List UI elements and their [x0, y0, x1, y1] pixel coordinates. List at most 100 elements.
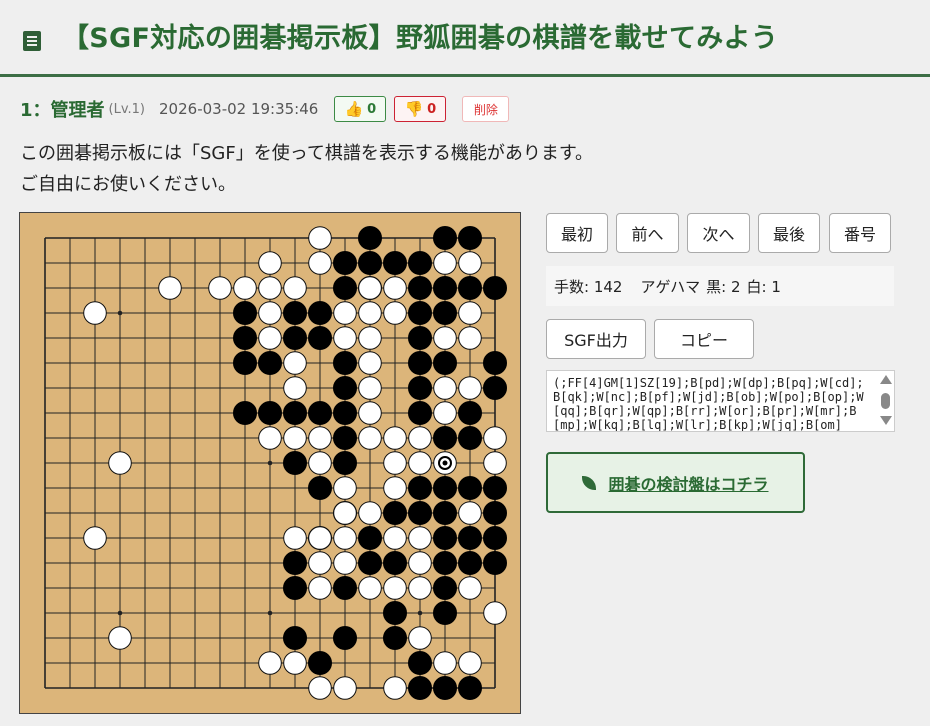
white-stone [258, 426, 282, 450]
last-button[interactable]: 最後 [758, 213, 820, 253]
analysis-board-link[interactable]: 囲碁の検討盤はコチラ [546, 452, 805, 513]
prev-button[interactable]: 前へ [616, 213, 679, 253]
white-stone [383, 426, 407, 450]
white-stone [483, 451, 507, 475]
black-stone [433, 576, 457, 600]
black-stone [433, 351, 457, 375]
white-stone [308, 676, 332, 700]
go-board-canvas[interactable] [20, 213, 520, 713]
white-stone [358, 576, 382, 600]
black-stone [408, 676, 432, 700]
black-stone [408, 476, 432, 500]
captures-label: アゲハマ [640, 277, 701, 296]
black-stone [383, 601, 407, 625]
next-button[interactable]: 次へ [687, 213, 750, 253]
white-stone [483, 426, 507, 450]
textarea-scrollbar[interactable] [876, 371, 894, 431]
white-stone [308, 551, 332, 575]
white-stone [408, 426, 432, 450]
black-stone [458, 676, 482, 700]
black-stone [233, 326, 257, 350]
move-number-button[interactable]: 番号 [829, 213, 891, 253]
white-stone [258, 301, 282, 325]
white-stone [458, 251, 482, 275]
star-point [417, 610, 423, 616]
black-stone [433, 676, 457, 700]
white-stone [333, 326, 357, 350]
post-line: この囲碁掲示板には「SGF」を使って棋譜を表示する機能があります。 [20, 143, 594, 164]
scroll-thumb[interactable] [881, 393, 890, 409]
black-stone [283, 326, 307, 350]
black-stone [333, 276, 357, 300]
delete-button[interactable]: 削除 [462, 96, 510, 122]
white-stone [383, 676, 407, 700]
black-stone [383, 626, 407, 650]
star-point [117, 310, 123, 316]
white-stone [358, 301, 382, 325]
post-author[interactable]: 管理者 [51, 96, 105, 122]
white-stone [233, 276, 257, 300]
black-stone [233, 301, 257, 325]
copy-button[interactable]: コピー [654, 319, 754, 359]
sgf-textarea[interactable]: (;FF[4]GM[1]SZ[19];B[pd];W[dp];B[pq];W[c… [546, 370, 895, 432]
white-stone [458, 501, 482, 525]
white-stone [283, 651, 307, 675]
post-meta: 1： 管理者 (Lv.1) 2026-03-02 19:35:46 👍 0 👎 … [20, 96, 510, 122]
white-stone [333, 476, 357, 500]
black-stone [233, 351, 257, 375]
black-stone [283, 576, 307, 600]
black-stone [483, 501, 507, 525]
white-stone [408, 551, 432, 575]
white-stone [433, 376, 457, 400]
thumbs-down-icon: 👎 [404, 100, 424, 118]
black-stone [458, 426, 482, 450]
black-stone [433, 226, 457, 250]
post-number: 1： [20, 100, 51, 121]
black-stone [333, 451, 357, 475]
black-stone [233, 401, 257, 425]
black-stone [433, 301, 457, 325]
white-stone [333, 676, 357, 700]
white-stone [358, 401, 382, 425]
white-stone [333, 551, 357, 575]
bad-button[interactable]: 👎 0 [394, 96, 447, 122]
scroll-up-icon[interactable] [880, 375, 892, 384]
white-stone [308, 451, 332, 475]
last-move-dot [442, 460, 448, 466]
white-stone [383, 301, 407, 325]
sgf-export-button[interactable]: SGF出力 [546, 319, 646, 359]
post-line: ご自由にお使いください。 [20, 174, 236, 195]
scroll-down-icon[interactable] [880, 416, 892, 425]
first-button[interactable]: 最初 [546, 213, 608, 253]
thumbs-up-icon: 👍 [344, 100, 364, 118]
black-stone [283, 451, 307, 475]
page-title: 【SGF対応の囲碁掲示板】野狐囲碁の棋譜を載せてみよう [62, 23, 779, 54]
star-point [267, 610, 273, 616]
leaf-icon [582, 475, 597, 490]
black-stone [283, 301, 307, 325]
white-stone [208, 276, 232, 300]
white-stone [358, 326, 382, 350]
analysis-board-label: 囲碁の検討盤はコチラ [608, 474, 769, 494]
star-point [267, 460, 273, 466]
black-stone [433, 276, 457, 300]
white-stone [333, 501, 357, 525]
black-stone [308, 326, 332, 350]
black-stone [358, 551, 382, 575]
white-stone [283, 376, 307, 400]
white-stone [258, 326, 282, 350]
white-stone [283, 276, 307, 300]
black-stone [458, 226, 482, 250]
black-stone [483, 351, 507, 375]
star-point [117, 610, 123, 616]
good-button[interactable]: 👍 0 [334, 96, 387, 122]
black-stone [408, 501, 432, 525]
white-stone [358, 501, 382, 525]
white-stone [458, 301, 482, 325]
black-stone [408, 326, 432, 350]
black-stone [333, 251, 357, 275]
black-stone [308, 301, 332, 325]
white-stone [308, 426, 332, 450]
go-board[interactable] [19, 212, 521, 714]
white-stone [408, 451, 432, 475]
